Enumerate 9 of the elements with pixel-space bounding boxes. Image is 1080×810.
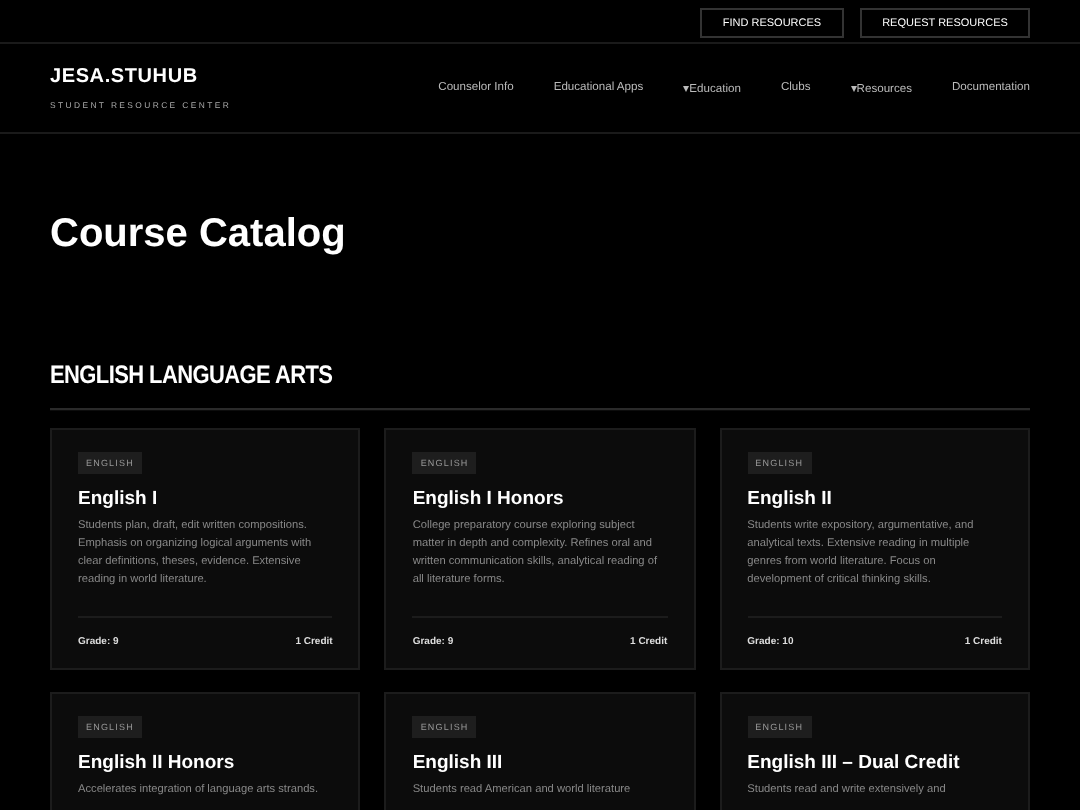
page-title: Course Catalog [50,210,348,258]
course-title: English I Honors [412,488,564,510]
course-title: English III – Dual Credit [747,752,960,774]
course-title: English III [412,752,503,774]
course-title: English II [747,488,832,510]
course-title: English I [78,488,158,510]
section-heading: ENGLISH LANGUAGE ARTS [50,362,1030,411]
site-logo-text[interactable]: JESA.STUHUB [50,66,232,88]
course-title: English II Honors [78,752,235,774]
